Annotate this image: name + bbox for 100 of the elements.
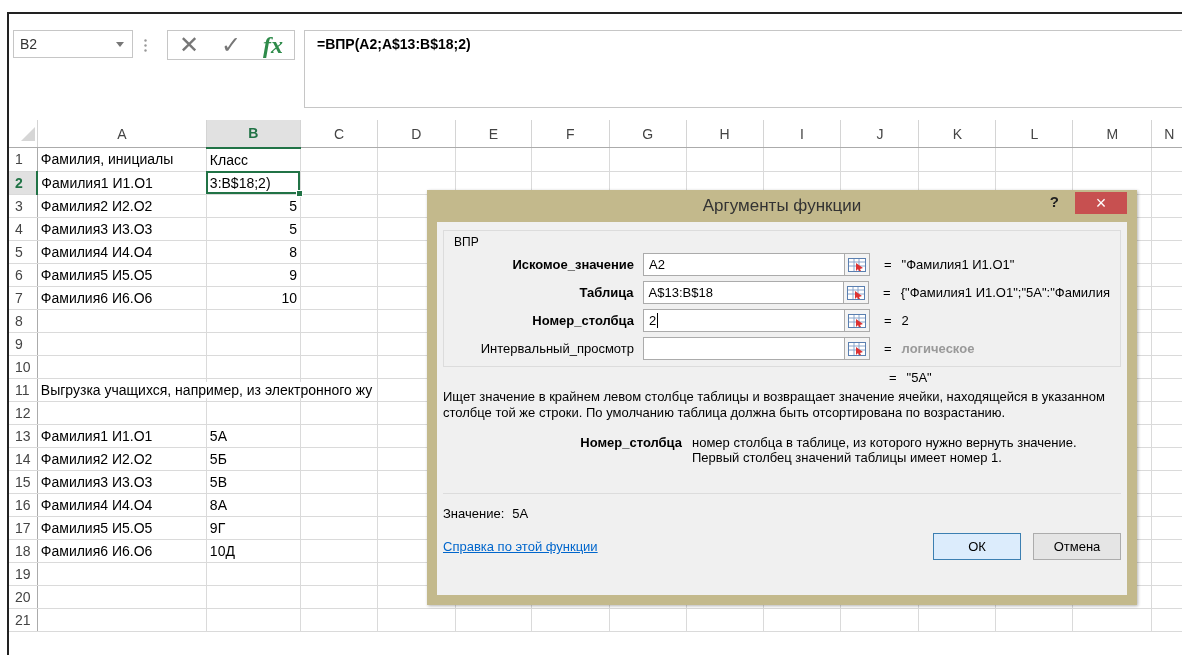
- collapse-dialog-button[interactable]: [845, 337, 870, 360]
- formula-bar[interactable]: =ВПР(A2;A$13:B$18;2): [304, 30, 1182, 108]
- close-button[interactable]: ×: [1075, 192, 1127, 214]
- equals-sign: =: [884, 257, 892, 272]
- argument-result: {"Фамилия1 И1.О1";"5А":"Фамилия: [900, 285, 1110, 300]
- function-name: ВПР: [454, 235, 480, 249]
- equals-sign: =: [889, 370, 897, 385]
- column-header[interactable]: H: [686, 120, 764, 148]
- caret-icon: [116, 41, 124, 47]
- row-header[interactable]: 8: [9, 309, 38, 332]
- row-header[interactable]: 18: [9, 539, 38, 562]
- table-cell: 10Д: [209, 542, 235, 559]
- table-cell: Фамилия5 И5.О5: [40, 266, 153, 283]
- column-header[interactable]: J: [840, 120, 919, 148]
- active-cell[interactable]: 3:B$18;2): [206, 171, 301, 194]
- row-header[interactable]: 14: [9, 447, 38, 470]
- insert-function-button[interactable]: fx: [261, 32, 285, 58]
- argument-label: Таблица: [578, 285, 635, 300]
- column-header[interactable]: N: [1151, 120, 1182, 148]
- equals-sign: =: [884, 313, 892, 328]
- column-header[interactable]: L: [995, 120, 1073, 148]
- argument-name: Номер_столбца: [579, 435, 682, 452]
- formula-result: "5А": [906, 370, 932, 385]
- enter-button[interactable]: ✓: [219, 32, 244, 58]
- table-cell: 8А: [209, 496, 227, 513]
- row-header[interactable]: 19: [9, 562, 38, 585]
- table-cell: Фамилия2 И2.О2: [40, 197, 153, 214]
- row-header[interactable]: 1: [9, 147, 38, 171]
- column-header[interactable]: B: [206, 120, 301, 148]
- table-cell: 9Г: [209, 519, 226, 536]
- row-header[interactable]: 20: [9, 585, 38, 608]
- name-box[interactable]: B2: [13, 30, 133, 58]
- argument-label: Номер_столбца: [531, 313, 635, 328]
- collapse-dialog-button[interactable]: [845, 309, 870, 332]
- equals-sign: =: [883, 285, 891, 300]
- dialog-title: Аргументы функции: [702, 196, 862, 216]
- value-label: Значение:: [443, 506, 505, 521]
- argument-field[interactable]: A2: [643, 253, 845, 276]
- argument-label: Интервальный_просмотр: [479, 341, 635, 356]
- table-cell: Фамилия2 И2.О2: [40, 450, 153, 467]
- column-header[interactable]: D: [377, 120, 456, 148]
- table-cell: Фамилия3 И3.О3: [40, 220, 153, 237]
- row-header[interactable]: 17: [9, 516, 38, 539]
- equals-sign: =: [884, 341, 892, 356]
- collapse-dialog-button[interactable]: [845, 253, 870, 276]
- row-header[interactable]: 3: [9, 194, 38, 217]
- column-header[interactable]: C: [300, 120, 378, 148]
- table-cell: 5Б: [209, 450, 227, 467]
- row-header[interactable]: 2: [9, 171, 38, 194]
- argument-field[interactable]: 2: [643, 309, 845, 332]
- table-cell: Класс: [209, 151, 248, 168]
- number-cell: 10: [281, 289, 297, 306]
- column-header[interactable]: E: [455, 120, 532, 148]
- row-header[interactable]: 16: [9, 493, 38, 516]
- argument-field[interactable]: [643, 337, 845, 360]
- argument-help: номер столбца в таблице, из которого нужно вернуть значение. Первый столбец значений таблицы имеет номер 1.: [692, 435, 1078, 465]
- row-header[interactable]: 12: [9, 401, 38, 424]
- table-cell: 5В: [209, 473, 227, 490]
- table-cell: Фамилия1 И1.О1: [41, 174, 153, 191]
- table-cell: Фамилия3 И3.О3: [40, 473, 153, 490]
- help-button[interactable]: ?: [1043, 192, 1065, 211]
- ok-button[interactable]: ОК: [933, 533, 1021, 560]
- row-header[interactable]: 13: [9, 424, 38, 447]
- row-header[interactable]: 10: [9, 355, 38, 378]
- row-header[interactable]: 9: [9, 332, 38, 355]
- number-cell: 5: [289, 197, 297, 214]
- help-link[interactable]: Справка по этой функции: [443, 539, 598, 554]
- column-header[interactable]: F: [531, 120, 610, 148]
- argument-result: "Фамилия1 И1.О1": [901, 257, 1015, 272]
- column-header[interactable]: G: [609, 120, 687, 148]
- cancel-button[interactable]: Отмена: [1033, 533, 1121, 560]
- table-cell: Фамилия, инициалы: [40, 151, 174, 168]
- row-header[interactable]: 4: [9, 217, 38, 240]
- row-header[interactable]: 11: [9, 378, 38, 401]
- table-cell: Фамилия5 И5.О5: [40, 519, 153, 536]
- table-cell: Фамилия6 И6.О6: [40, 289, 153, 306]
- column-header[interactable]: A: [37, 120, 207, 148]
- table-cell: Фамилия4 И4.О4: [40, 496, 153, 513]
- cancel-button[interactable]: ✕: [176, 32, 202, 58]
- argument-field[interactable]: A$13:B$18: [642, 281, 845, 304]
- column-header[interactable]: M: [1072, 120, 1152, 148]
- table-cell: Фамилия4 И4.О4: [40, 243, 153, 260]
- column-header[interactable]: I: [763, 120, 841, 148]
- row-header[interactable]: 21: [9, 608, 38, 631]
- collapse-dialog-button[interactable]: [844, 281, 870, 304]
- function-description: Ищет значение в крайнем левом столбце таблицы и возвращает значение ячейки, находящейся в указанном столбце той же строки. По умолчанию таблица должна быть отсортирована по возрастанию.: [443, 389, 1106, 421]
- number-cell: 5: [289, 220, 297, 237]
- row-header[interactable]: 15: [9, 470, 38, 493]
- number-cell: 9: [289, 266, 297, 283]
- value-text: 5А: [512, 506, 529, 521]
- argument-label: Искомое_значение: [511, 257, 635, 272]
- column-header[interactable]: K: [918, 120, 996, 148]
- table-cell: Фамилия1 И1.О1: [40, 427, 153, 444]
- row-header[interactable]: 5: [9, 240, 38, 263]
- note-text: Выгрузка учащихся, например, из электронного жу: [40, 381, 373, 398]
- row-header[interactable]: 7: [9, 286, 38, 309]
- number-cell: 8: [289, 243, 297, 260]
- row-header[interactable]: 6: [9, 263, 38, 286]
- argument-result: 2: [901, 313, 909, 328]
- argument-result: логическое: [901, 341, 975, 356]
